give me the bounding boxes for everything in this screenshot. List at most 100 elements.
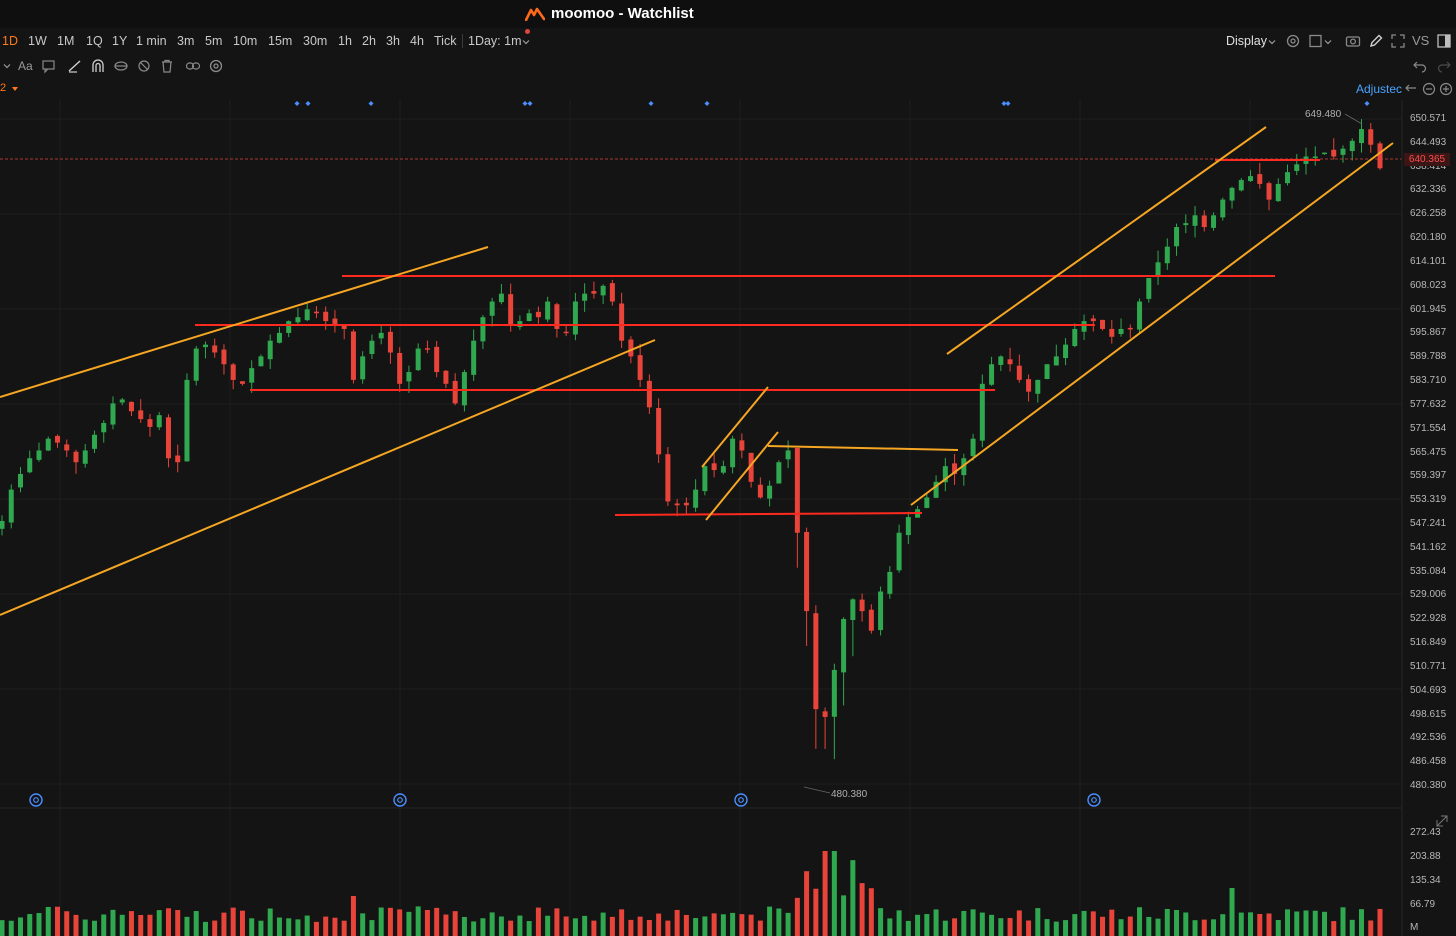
candle-body[interactable] [73, 451, 79, 463]
candle-body[interactable] [683, 502, 689, 506]
candle-body[interactable] [258, 356, 264, 367]
candle-body[interactable] [175, 455, 181, 463]
candle-body[interactable] [424, 348, 430, 350]
candle-body[interactable] [628, 339, 634, 357]
candle-body[interactable] [850, 599, 856, 620]
candle-body[interactable] [350, 331, 356, 380]
candle-body[interactable] [387, 331, 393, 353]
dividend-icon[interactable] [734, 793, 748, 807]
candle-body[interactable] [767, 485, 773, 499]
dividend-icon[interactable] [29, 793, 43, 807]
candle-body[interactable] [1294, 164, 1300, 171]
candle-body[interactable] [249, 368, 255, 383]
candle-body[interactable] [239, 381, 245, 384]
trendline[interactable] [946, 126, 1267, 355]
candle-body[interactable] [1211, 215, 1217, 228]
candle-body[interactable] [813, 613, 819, 710]
candle-body[interactable] [1183, 223, 1189, 226]
candle-body[interactable] [1007, 359, 1013, 365]
candle-body[interactable] [1118, 328, 1124, 335]
event-marker[interactable] [704, 101, 710, 106]
candle-body[interactable] [878, 591, 884, 631]
candle-body[interactable] [1090, 318, 1096, 322]
candle-body[interactable] [415, 348, 421, 371]
candle-body[interactable] [1035, 379, 1041, 394]
candle-body[interactable] [1359, 129, 1365, 144]
candle-body[interactable] [1164, 246, 1170, 264]
candle-body[interactable] [785, 450, 791, 460]
candle-body[interactable] [221, 349, 227, 365]
candle-body[interactable] [1377, 143, 1383, 169]
candle-body[interactable] [776, 462, 782, 484]
level-line[interactable] [614, 512, 923, 516]
candle-body[interactable] [489, 301, 495, 316]
candle-body[interactable] [1100, 319, 1106, 329]
candle-body[interactable] [110, 403, 116, 425]
candle-body[interactable] [212, 345, 218, 353]
candle-body[interactable] [480, 317, 486, 342]
candle-body[interactable] [461, 372, 467, 406]
candle-body[interactable] [637, 355, 643, 380]
candle-body[interactable] [656, 407, 662, 455]
candle-body[interactable] [193, 348, 199, 381]
candle-body[interactable] [526, 313, 532, 322]
candle-body[interactable] [591, 291, 597, 294]
candle-body[interactable] [924, 497, 930, 508]
candle-body[interactable] [1312, 156, 1318, 159]
candle-body[interactable] [720, 466, 726, 473]
candle-body[interactable] [1238, 180, 1244, 191]
candle-body[interactable] [646, 380, 652, 408]
candle-body[interactable] [119, 399, 125, 403]
candle-body[interactable] [91, 434, 97, 449]
candle-body[interactable] [471, 340, 477, 375]
candle-body[interactable] [572, 301, 578, 335]
candle-body[interactable] [1155, 262, 1161, 277]
candle-body[interactable] [970, 438, 976, 457]
candle-body[interactable] [619, 303, 625, 341]
candle-body[interactable] [1340, 148, 1346, 155]
dividend-markers[interactable] [29, 793, 1101, 807]
candle-body[interactable] [64, 444, 70, 451]
candle-body[interactable] [1285, 172, 1291, 184]
candle-body[interactable] [0, 520, 5, 529]
event-marker[interactable] [527, 101, 533, 106]
candle-body[interactable] [82, 450, 88, 464]
candle-body[interactable] [1229, 187, 1235, 201]
candle-body[interactable] [1174, 227, 1180, 247]
candle-body[interactable] [905, 517, 911, 536]
trendline[interactable] [0, 339, 656, 616]
candle-body[interactable] [165, 417, 171, 459]
candle-body[interactable] [1275, 183, 1281, 202]
candle-body[interactable] [739, 440, 745, 451]
candle-body[interactable] [1063, 344, 1069, 358]
candle-body[interactable] [841, 618, 847, 673]
candle-body[interactable] [27, 458, 33, 473]
candle-body[interactable] [868, 609, 874, 631]
candle-body[interactable] [443, 370, 449, 384]
candle-body[interactable] [304, 309, 310, 321]
expand-pane-icon[interactable] [1436, 815, 1448, 827]
candle-body[interactable] [1220, 199, 1226, 218]
candle-body[interactable] [822, 711, 828, 717]
candle-body[interactable] [1137, 301, 1143, 330]
candle-body[interactable] [989, 364, 995, 385]
candle-body[interactable] [286, 321, 292, 333]
candle-body[interactable] [295, 317, 301, 323]
candle-body[interactable] [378, 332, 384, 339]
candle-body[interactable] [36, 450, 42, 460]
candle-body[interactable] [804, 531, 810, 612]
candle-body[interactable] [406, 372, 412, 382]
candle-body[interactable] [1146, 278, 1152, 299]
candle-body[interactable] [323, 311, 329, 322]
candle-body[interactable] [508, 294, 514, 326]
candle-body[interactable] [1026, 379, 1032, 392]
price-chart[interactable] [0, 0, 1456, 936]
candle-body[interactable] [313, 311, 319, 314]
candle-body[interactable] [702, 466, 708, 492]
candle-body[interactable] [202, 344, 208, 348]
candle-body[interactable] [1072, 328, 1078, 347]
candle-body[interactable] [184, 379, 190, 462]
candle-body[interactable] [1257, 174, 1263, 184]
candle-body[interactable] [230, 364, 236, 380]
candle-body[interactable] [397, 352, 403, 384]
